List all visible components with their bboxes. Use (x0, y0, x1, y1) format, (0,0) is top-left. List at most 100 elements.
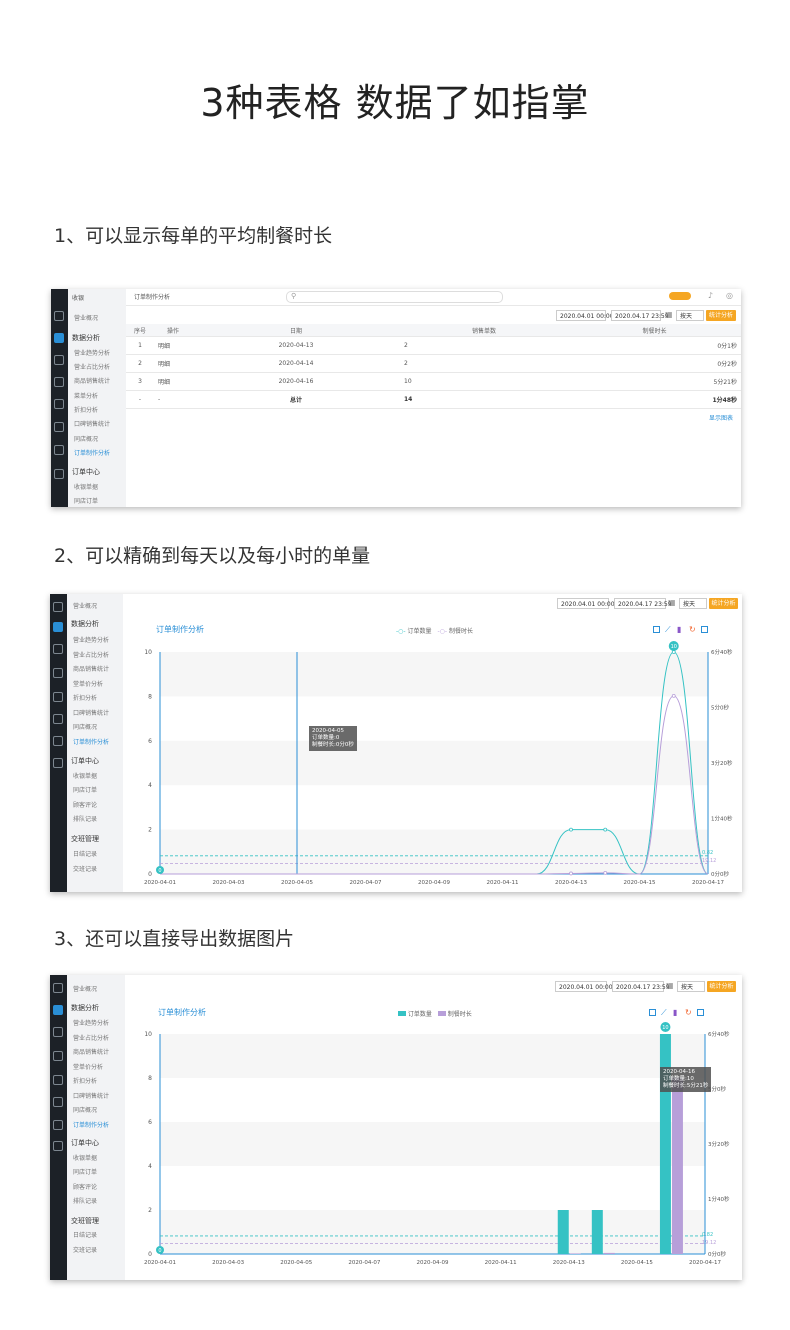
period-select[interactable]: 按天 (677, 981, 705, 992)
sidebar-item[interactable]: 收银单据 (73, 771, 97, 780)
sidebar-item-active[interactable]: 订单制作分析 (74, 448, 110, 457)
data-icon[interactable] (54, 333, 64, 343)
sidebar-item[interactable]: 日结记录 (73, 849, 97, 858)
heart-icon[interactable] (54, 399, 64, 409)
refresh-icon[interactable]: ↻ (689, 626, 696, 634)
sidebar-item[interactable]: 营业趋势分析 (74, 348, 110, 357)
sidebar-item[interactable]: 同店概况 (73, 1105, 97, 1114)
refresh-icon[interactable]: ↻ (685, 1009, 692, 1017)
stats-icon[interactable] (54, 445, 64, 455)
sidebar-group-data[interactable]: 数据分析 (71, 1003, 99, 1013)
analyze-button[interactable]: 统计分析 (707, 981, 736, 992)
detail-link[interactable]: 明细 (154, 336, 192, 355)
user-icon[interactable]: ◎ (726, 291, 733, 300)
sidebar-item[interactable]: 折扣分析 (74, 405, 98, 414)
order-icon[interactable] (53, 1027, 63, 1037)
data-icon[interactable] (53, 622, 63, 632)
legend-label[interactable]: 订单数量 (408, 1011, 432, 1018)
order-icon[interactable] (53, 644, 63, 654)
calc-icon[interactable] (53, 668, 63, 678)
sidebar-item[interactable]: 交班记录 (73, 864, 97, 873)
settings-icon[interactable] (53, 758, 63, 768)
period-select[interactable]: 按天 (679, 598, 707, 609)
search-input[interactable]: ⚲ (286, 291, 503, 303)
date-end[interactable]: 2020.04.17 23:59 (612, 981, 670, 992)
sidebar-item[interactable]: 收银单据 (74, 482, 98, 491)
download-icon[interactable] (701, 626, 708, 633)
stats-icon[interactable] (53, 1120, 63, 1130)
dataview-icon[interactable] (653, 626, 660, 633)
sidebar-group-data[interactable]: 数据分析 (72, 333, 100, 343)
sidebar-item[interactable]: 顾客评论 (73, 800, 97, 809)
calc-icon[interactable] (54, 377, 64, 387)
bank-icon[interactable] (53, 1097, 63, 1107)
detail-link[interactable]: 明细 (154, 372, 192, 391)
sidebar-item[interactable]: 堂单价分析 (73, 1062, 103, 1071)
sidebar-item[interactable]: 营业占比分析 (73, 1033, 109, 1042)
order-icon[interactable] (54, 355, 64, 365)
sidebar-item[interactable]: 排队记录 (73, 1196, 97, 1205)
sidebar-item[interactable]: 收银单据 (73, 1153, 97, 1162)
sidebar-item[interactable]: 同店概况 (73, 722, 97, 731)
sidebar-item[interactable]: 口碑销售统计 (73, 708, 109, 717)
sidebar-item[interactable]: 营业占比分析 (74, 362, 110, 371)
sidebar-item[interactable]: 堂单价分析 (73, 679, 103, 688)
page-tab[interactable]: 订单制作分析 (134, 292, 170, 301)
dataview-icon[interactable] (649, 1009, 656, 1016)
line-chart-icon[interactable]: ⟋ (665, 626, 672, 634)
home-icon[interactable] (53, 602, 63, 612)
sidebar-item-active[interactable]: 订单制作分析 (73, 737, 109, 746)
sidebar-item[interactable]: 菜单分析 (74, 391, 98, 400)
analyze-button[interactable]: 统计分析 (709, 598, 738, 609)
sidebar-item-overview[interactable]: 营业概况 (73, 984, 97, 993)
calc-icon[interactable] (53, 1051, 63, 1061)
date-start[interactable]: 2020.04.01 00:00 (556, 310, 614, 321)
home-icon[interactable] (53, 983, 63, 993)
sidebar-item[interactable]: 商品销售统计 (73, 664, 109, 673)
sidebar-item[interactable]: 同店概况 (74, 434, 98, 443)
stats-icon[interactable] (53, 736, 63, 746)
settings-icon[interactable] (53, 1141, 63, 1151)
sidebar-group-order[interactable]: 订单中心 (71, 756, 99, 766)
sidebar-group-shift[interactable]: 交班管理 (71, 1216, 99, 1226)
sidebar-group-shift[interactable]: 交班管理 (71, 834, 99, 844)
heart-icon[interactable] (53, 692, 63, 702)
sidebar-item[interactable]: 同店订单 (74, 496, 98, 505)
date-start[interactable]: 2020.04.01 00:00 (555, 981, 613, 992)
legend-label[interactable]: 制餐时长 (448, 1011, 472, 1018)
legend-label[interactable]: 制餐时长 (449, 628, 473, 635)
show-chart-link[interactable]: 显示图表 (709, 413, 733, 422)
sidebar-item[interactable]: 口碑销售统计 (74, 419, 110, 428)
date-end[interactable]: 2020.04.17 23:59 (611, 310, 669, 321)
legend-label[interactable]: 订单数量 (408, 628, 432, 635)
bank-icon[interactable] (53, 714, 63, 724)
sidebar-item-overview[interactable]: 营业概况 (74, 313, 98, 322)
heart-icon[interactable] (53, 1075, 63, 1085)
sidebar-item[interactable]: 营业趋势分析 (73, 635, 109, 644)
sidebar-item[interactable]: 折扣分析 (73, 1076, 97, 1085)
sidebar-item-overview[interactable]: 营业概况 (73, 601, 97, 610)
sidebar-item[interactable]: 同店订单 (73, 785, 97, 794)
date-end[interactable]: 2020.04.17 23:59 (614, 598, 672, 609)
sidebar-item[interactable]: 折扣分析 (73, 693, 97, 702)
date-start[interactable]: 2020.04.01 00:00 (557, 598, 615, 609)
sidebar-item[interactable]: 排队记录 (73, 814, 97, 823)
sidebar-item[interactable]: 日结记录 (73, 1230, 97, 1239)
sidebar-item[interactable]: 同店订单 (73, 1167, 97, 1176)
sidebar-item[interactable]: 营业占比分析 (73, 650, 109, 659)
sidebar-group-order[interactable]: 订单中心 (72, 467, 100, 477)
sidebar-item[interactable]: 商品销售统计 (74, 376, 110, 385)
sidebar-item[interactable]: 口碑销售统计 (73, 1091, 109, 1100)
sidebar-item-active[interactable]: 订单制作分析 (73, 1120, 109, 1129)
bank-icon[interactable] (54, 422, 64, 432)
bell-icon[interactable]: ♪ (708, 291, 713, 300)
data-icon[interactable] (53, 1005, 63, 1015)
settings-icon[interactable] (54, 469, 64, 479)
sidebar-item[interactable]: 商品销售统计 (73, 1047, 109, 1056)
home-icon[interactable] (54, 311, 64, 321)
period-select[interactable]: 按天 (676, 310, 704, 321)
sidebar-group-order[interactable]: 订单中心 (71, 1138, 99, 1148)
sidebar-group-data[interactable]: 数据分析 (71, 619, 99, 629)
sidebar-item[interactable]: 营业趋势分析 (73, 1018, 109, 1027)
sidebar-item[interactable]: 交班记录 (73, 1245, 97, 1254)
